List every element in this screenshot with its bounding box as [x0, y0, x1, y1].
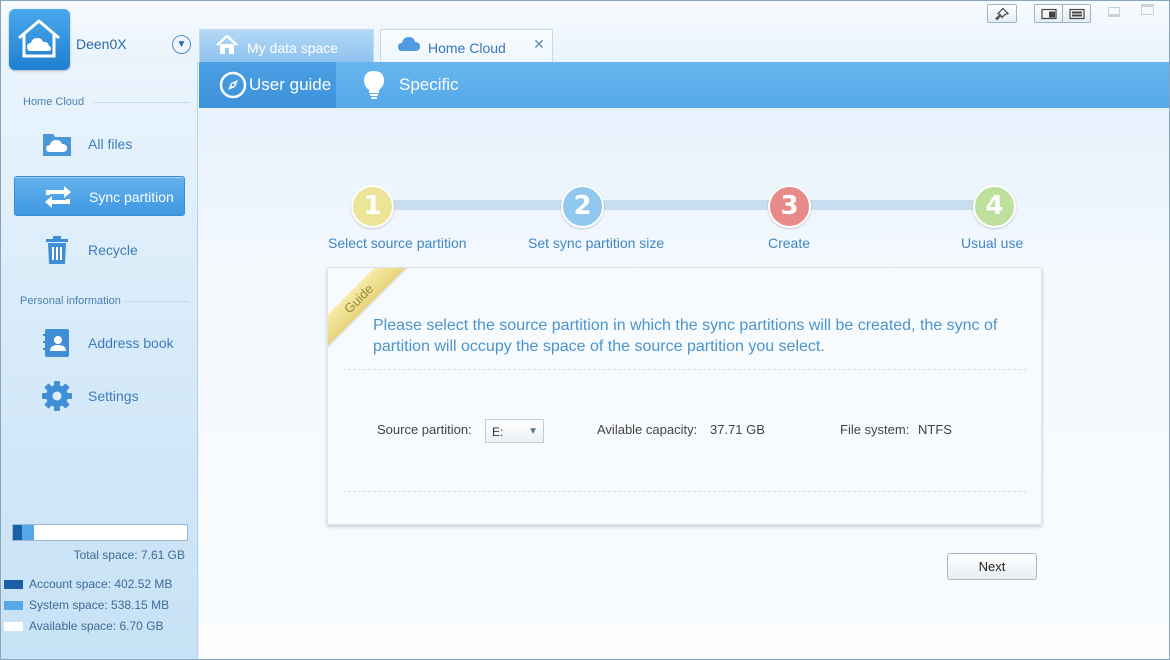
tab-my-data-space[interactable]: My data space — [199, 29, 374, 62]
section-heading-personal-information: Personal information — [20, 295, 121, 307]
tab-label: User guide — [249, 75, 332, 94]
compact-mode-button[interactable] — [1062, 4, 1091, 23]
tab-label: My data space — [247, 40, 339, 56]
mini-mode-button[interactable] — [1034, 4, 1063, 23]
wizard-progress-track — [374, 200, 994, 210]
divider — [343, 491, 1026, 492]
cloud-icon — [397, 35, 421, 56]
title-bar: Deen0X ▼ My data space Home Cloud ✕ — [1, 1, 1169, 70]
step-2-label: Set sync partition size — [528, 235, 665, 251]
sidebar-item-label: Recycle — [88, 242, 138, 258]
sidebar-item-recycle[interactable]: Recycle — [14, 230, 185, 270]
app-window: Deen0X ▼ My data space Home Cloud ✕ Home… — [0, 0, 1170, 660]
gear-icon — [41, 380, 73, 412]
source-partition-select[interactable]: E: ▼ — [485, 419, 544, 443]
total-space-text: Total space: 7.61 GB — [73, 548, 185, 562]
available-capacity-value: 37.71 GB — [710, 422, 765, 437]
step-1-circle: 1 — [351, 185, 394, 228]
legend-label: Available space: 6.70 GB — [29, 619, 164, 633]
sidebar-item-label: Settings — [88, 388, 139, 404]
main-content: User guide Specific 1 2 3 4 Select sourc… — [199, 62, 1169, 659]
section-divider — [123, 301, 189, 302]
guide-card: Guide Please select the source partition… — [327, 267, 1042, 525]
restore-icon[interactable] — [1141, 4, 1154, 15]
divider — [343, 369, 1026, 370]
sidebar-item-sync-partition[interactable]: Sync partition — [14, 176, 185, 216]
storage-usage-bar — [12, 524, 188, 541]
step-3-circle: 3 — [768, 185, 811, 228]
selected-value: E: — [492, 425, 504, 439]
sidebar-item-address-book[interactable]: Address book — [14, 323, 185, 363]
lightbulb-icon — [363, 70, 385, 105]
sidebar-item-label: Sync partition — [89, 189, 174, 205]
tab-specific[interactable]: Specific — [349, 62, 469, 108]
section-heading-home-cloud: Home Cloud — [23, 96, 85, 108]
address-book-icon — [41, 327, 73, 359]
pin-button[interactable] — [987, 4, 1017, 23]
legend-label: Account space: 402.52 MB — [29, 577, 173, 591]
legend-swatch — [4, 622, 23, 631]
available-capacity-label: Avilable capacity: — [597, 422, 698, 437]
sub-navigation-bar: User guide Specific — [199, 62, 1169, 108]
next-button[interactable]: Next — [947, 553, 1037, 580]
legend-swatch — [4, 580, 23, 589]
tab-label: Home Cloud — [428, 40, 506, 56]
step-4-label: Usual use — [961, 235, 1024, 251]
home-cloud-logo-icon — [9, 9, 70, 70]
sidebar: Home Cloud All files Sync partition Recy… — [1, 62, 198, 659]
tab-home-cloud[interactable]: Home Cloud ✕ — [380, 29, 553, 62]
sidebar-item-label: All files — [88, 136, 133, 152]
home-icon — [216, 34, 238, 58]
file-system-label: File system: — [840, 422, 910, 437]
user-menu-dropdown[interactable]: ▼ — [172, 35, 191, 54]
compass-icon — [219, 71, 247, 104]
username: Deen0X — [76, 36, 127, 52]
step-3-label: Create — [768, 235, 811, 251]
chevron-down-icon: ▼ — [528, 426, 538, 437]
sync-icon — [42, 181, 74, 213]
legend-label: System space: 538.15 MB — [29, 598, 170, 612]
trash-icon — [41, 234, 73, 266]
storage-account-fill — [13, 525, 22, 540]
source-partition-label: Source partition: — [377, 422, 472, 437]
step-1-label: Select source partition — [328, 235, 467, 251]
sidebar-item-all-files[interactable]: All files — [14, 124, 185, 164]
legend-swatch — [4, 601, 23, 610]
tab-user-guide[interactable]: User guide — [199, 62, 336, 108]
storage-system-fill — [22, 525, 34, 540]
section-divider — [93, 102, 189, 103]
step-4-circle: 4 — [973, 185, 1016, 228]
close-tab-icon[interactable]: ✕ — [532, 37, 546, 51]
step-2-circle: 2 — [561, 185, 604, 228]
sidebar-item-settings[interactable]: Settings — [14, 376, 185, 416]
sidebar-item-label: Address book — [88, 335, 174, 351]
tab-label: Specific — [399, 75, 459, 94]
folder-cloud-icon — [41, 128, 73, 160]
minimize-icon[interactable] — [1108, 7, 1120, 17]
file-system-value: NTFS — [918, 422, 952, 437]
guide-message: Please select the source partition in wh… — [373, 317, 998, 355]
